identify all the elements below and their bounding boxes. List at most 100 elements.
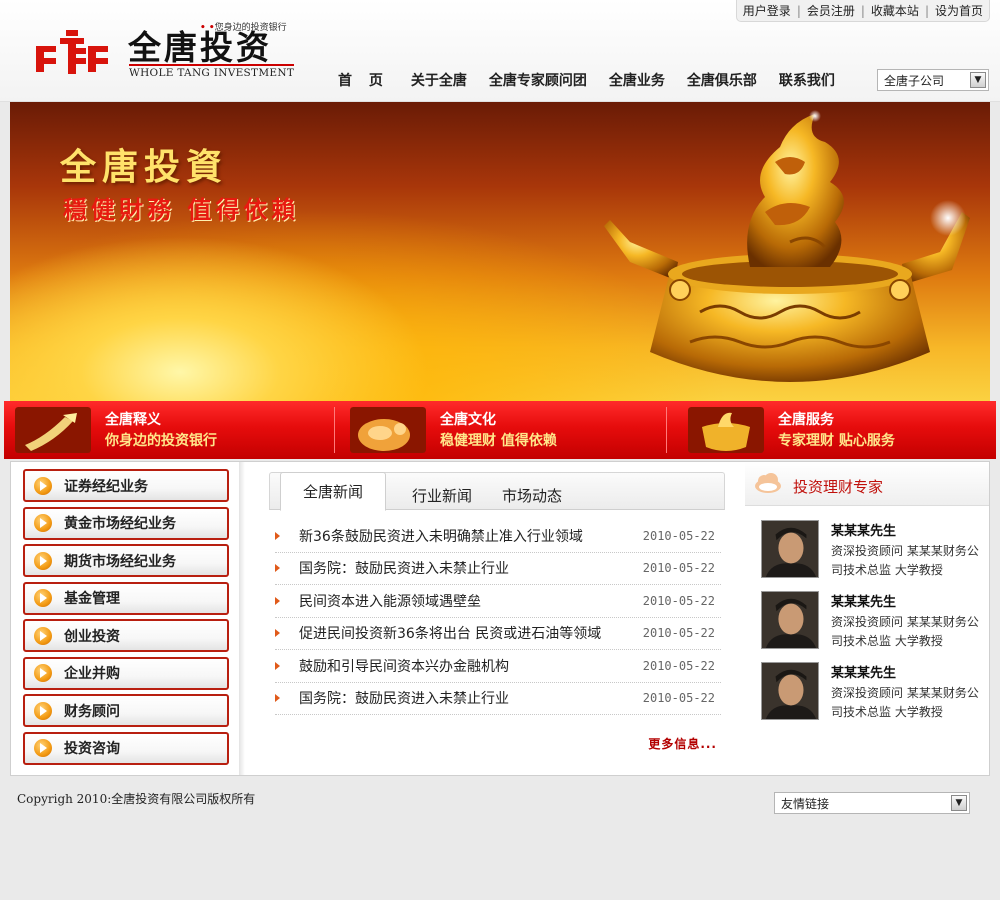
arrow-right-icon [34,476,52,495]
bullet-icon [275,694,280,703]
expert-avatar [761,520,819,578]
menu-item-futures[interactable]: 期货市场经纪业务 [23,544,229,577]
news-title[interactable]: 国务院：鼓励民资进入未禁止行业 [299,558,509,578]
bookmark-link[interactable]: 收藏本站 [871,2,919,19]
feature-title: 全唐文化 [440,412,496,428]
tab-industry-news[interactable]: 行业新闻 [412,485,472,506]
menu-item-label: 财务顾问 [64,703,120,720]
hero-banner: 全唐投資 穩健財務 值得依賴 [10,102,990,402]
experts-panel: 投资理财专家 某某某先生 资深投资顾问 某某某财务公司技术总监 大学教授 某某某… [745,462,989,775]
subsidiary-select-value: 全唐子公司 [884,73,945,88]
feature-item[interactable]: 全唐文化 稳健理财 值得依赖 [350,401,670,459]
header: 用户登录 | 会员注册 | 收藏本站 | 设为首页 • •您身边的投资银行 全唐… [0,0,1000,102]
friend-links-select[interactable]: 友情链接 ▼ [774,792,970,814]
separator: | [924,3,929,18]
expert-description: 资深投资顾问 某某某财务公司技术总监 大学教授 [831,615,979,648]
arrow-right-icon [34,626,52,645]
menu-item-advisory[interactable]: 财务顾问 [23,694,229,727]
news-date: 2010-05-22 [642,691,715,706]
subsidiary-select[interactable]: 全唐子公司 ▼ [877,69,989,91]
separator: | [860,3,865,18]
expert-description: 资深投资顾问 某某某财务公司技术总监 大学教授 [831,686,979,719]
menu-item-label: 证券经纪业务 [64,478,148,495]
expert-name: 某某某先生 [831,524,897,539]
bullet-icon [275,661,280,670]
copyright-text: Copyrigh 2010:全唐投资有限公司版权所有 [17,792,256,806]
list-item[interactable]: 国务院：鼓励民资进入未禁止行业 2010-05-22 [275,553,721,585]
nav-about[interactable]: 关于全唐 [411,70,467,90]
feature-item[interactable]: 全唐释义 你身边的投资银行 [15,401,335,459]
more-news-link[interactable]: 更多信息... [648,735,717,752]
expert-name: 某某某先生 [831,666,897,681]
nav-business[interactable]: 全唐业务 [609,70,665,90]
arrow-right-icon [34,589,52,607]
expert-card[interactable]: 某某某先生 资深投资顾问 某某某财务公司技术总监 大学教授 [761,591,987,653]
divider [666,407,667,453]
logo-name[interactable]: 全唐投资 [128,30,272,66]
expert-avatar [761,662,819,720]
business-menu: 证券经纪业务 黄金市场经纪业务 期货市场经纪业务 基金管理 创业投资 企业并购 … [23,469,229,769]
menu-item-gold[interactable]: 黄金市场经纪业务 [23,506,229,540]
expert-card[interactable]: 某某某先生 资深投资顾问 某某某财务公司技术总监 大学教授 [761,520,987,582]
chevron-down-icon[interactable]: ▼ [951,795,967,811]
feature-item[interactable]: 全唐服务 专家理财 贴心服务 [688,401,988,459]
feature-subtitle: 稳健理财 值得依赖 [440,433,557,449]
news-title[interactable]: 促进民间投资新36条将出台 民资或进石油等领域 [299,623,601,643]
news-title[interactable]: 民间资本进入能源领域遇壁垒 [299,591,481,611]
main-nav: 首 页 关于全唐 全唐专家顾问团 全唐业务 全唐俱乐部 联系我们 [338,70,857,90]
list-item[interactable]: 国务院：鼓励民资进入未禁止行业 2010-05-22 [275,683,721,715]
nav-home[interactable]: 首 页 [338,70,389,90]
news-list: 新36条鼓励民资进入未明确禁止准入行业领域 2010-05-22 国务院：鼓励民资… [269,520,725,715]
friend-links-select-value: 友情链接 [781,796,830,811]
bullet-icon [275,596,280,605]
tab-market-news[interactable]: 市场动态 [502,485,562,506]
news-date: 2010-05-22 [642,658,715,673]
tab-company-news[interactable]: 全唐新闻 [280,472,386,511]
top-links: 用户登录 | 会员注册 | 收藏本站 | 设为首页 [735,0,990,22]
experts-header: 投资理财专家 [745,462,989,506]
menu-item-consulting[interactable]: 投资咨询 [23,731,229,765]
menu-item-mna[interactable]: 企业并购 [23,656,229,690]
menu-item-label: 创业投资 [64,628,120,645]
set-homepage-link[interactable]: 设为首页 [935,2,983,19]
jade-carving-icon [350,407,426,453]
menu-item-securities[interactable]: 证券经纪业务 [23,469,229,502]
news-title[interactable]: 新36条鼓励民资进入未明确禁止准入行业领域 [299,526,583,546]
experts-title: 投资理财专家 [793,478,884,496]
feature-strip: 全唐释义 你身边的投资银行 全唐文化 稳健理财 值得依赖 全唐服务 专家理财 贴… [4,401,996,459]
nav-contact[interactable]: 联系我们 [779,70,835,90]
arrow-right-icon [34,664,52,682]
menu-item-fund[interactable]: 基金管理 [23,581,229,615]
bullet-icon [275,629,280,638]
expert-card[interactable]: 某某某先生 资深投资顾问 某某某财务公司技术总监 大学教授 [761,662,987,724]
menu-item-label: 基金管理 [64,591,120,607]
nav-experts[interactable]: 全唐专家顾问团 [489,70,587,90]
arrow-right-icon [34,701,52,720]
chevron-down-icon[interactable]: ▼ [970,72,986,88]
news-date: 2010-05-22 [642,626,715,641]
arrow-right-icon [34,551,52,570]
nav-club[interactable]: 全唐俱乐部 [687,70,757,90]
login-link[interactable]: 用户登录 [743,2,791,19]
list-item[interactable]: 民间资本进入能源领域遇壁垒 2010-05-22 [275,585,721,618]
banner-subtitle: 穩健財務 值得依賴 [63,196,300,224]
news-date: 2010-05-22 [642,561,715,576]
logo-english: WHOLE TANG INVESTMENT [129,64,295,79]
feature-title: 全唐服务 [778,412,834,428]
arrow-right-icon [34,739,52,757]
news-title[interactable]: 国务院：鼓励民资进入未禁止行业 [299,688,509,708]
menu-item-venture[interactable]: 创业投资 [23,619,229,652]
list-item[interactable]: 新36条鼓励民资进入未明确禁止准入行业领域 2010-05-22 [275,520,721,553]
bullet-icon [275,564,280,573]
expert-name: 某某某先生 [831,595,897,610]
register-link[interactable]: 会员注册 [807,2,855,19]
jade-scroll-icon [15,407,91,453]
list-item[interactable]: 鼓励和引导民间资本兴办金融机构 2010-05-22 [275,650,721,683]
feature-subtitle: 专家理财 贴心服务 [778,433,895,449]
news-date: 2010-05-22 [642,528,715,543]
list-item[interactable]: 促进民间投资新36条将出台 民资或进石油等领域 2010-05-22 [275,618,721,650]
banner-title: 全唐投資 [60,147,229,188]
news-title[interactable]: 鼓励和引导民间资本兴办金融机构 [299,656,509,676]
news-panel: 全唐新闻 行业新闻 市场动态 新36条鼓励民资进入未明确禁止准入行业领域 2010… [269,472,725,751]
logo-icon[interactable] [32,28,112,78]
